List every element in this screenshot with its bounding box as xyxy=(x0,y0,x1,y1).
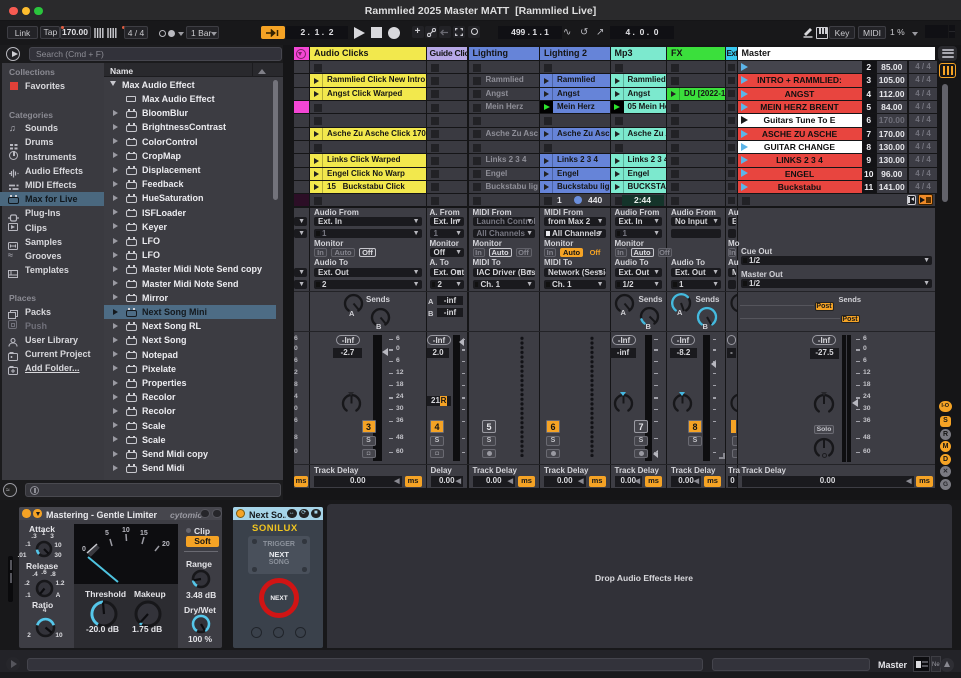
svg-text:20: 20 xyxy=(162,541,170,548)
svg-text:5: 5 xyxy=(105,530,109,537)
svg-text:0: 0 xyxy=(82,546,86,553)
svg-text:15: 15 xyxy=(140,530,148,537)
svg-text:10: 10 xyxy=(122,527,130,534)
